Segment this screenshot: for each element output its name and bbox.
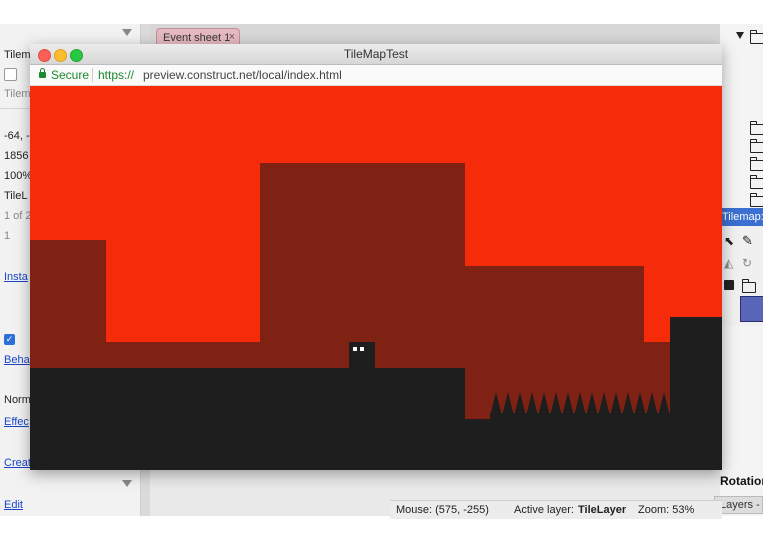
checkbox-checked[interactable]: ✓	[4, 334, 15, 345]
preview-window: TileMapTest Secure https:// preview.cons…	[30, 44, 722, 470]
chevron-down-icon[interactable]	[122, 29, 132, 36]
divider	[92, 68, 93, 82]
folder-icon[interactable]	[749, 139, 763, 153]
window-titlebar[interactable]: TileMapTest	[30, 44, 722, 65]
prop-row-tilemap: Tilem	[4, 49, 31, 61]
folder-icon[interactable]	[749, 175, 763, 189]
blend-mode-value[interactable]: Norm	[4, 394, 31, 406]
prop-row-tilemap-2: Tilem	[4, 88, 31, 100]
secure-label: Secure	[51, 68, 90, 82]
active-layer-label: Active layer:	[514, 504, 574, 516]
edit-link[interactable]: Edit	[4, 499, 23, 511]
prop-row-size[interactable]: 1856	[4, 150, 28, 162]
tileset-thumbnail[interactable]	[740, 296, 763, 322]
folder-icon[interactable]	[749, 121, 763, 135]
game-scene	[30, 86, 722, 470]
effects-link[interactable]: Effec	[4, 416, 29, 428]
address-bar[interactable]: Secure https:// preview.construct.net/lo…	[30, 65, 722, 86]
chevron-down-icon[interactable]	[122, 480, 132, 487]
prop-row-layer[interactable]: TileL	[4, 190, 27, 202]
player-sprite[interactable]	[349, 342, 375, 369]
pencil-tool-icon[interactable]: ✎	[742, 233, 753, 249]
mouse-position: Mouse: (575, -255)	[396, 504, 489, 516]
pointer-tool-icon[interactable]: ⬉	[724, 234, 734, 248]
folder-icon[interactable]	[741, 279, 756, 293]
url-scheme: https://	[98, 68, 135, 82]
instance-variables-link[interactable]: Insta	[4, 271, 28, 283]
window-title: TileMapTest	[343, 47, 409, 61]
save-icon[interactable]	[724, 280, 734, 290]
folder-icon[interactable]	[749, 30, 763, 44]
tilemap-panel-title: Tilemap:	[720, 208, 763, 226]
rotate-tool-icon[interactable]: ↻	[742, 256, 752, 270]
player-eye	[360, 347, 364, 351]
prop-row-count: 1 of 2	[4, 210, 32, 222]
active-layer-value: TileLayer	[578, 504, 627, 516]
close-icon[interactable]: ×	[229, 31, 235, 43]
rotation-label: Rotation	[720, 474, 763, 488]
folder-icon[interactable]	[749, 193, 763, 207]
status-bar: Mouse: (575, -255) Active layer: TileLay…	[390, 500, 722, 519]
create-link[interactable]: Creat	[4, 457, 31, 469]
folder-icon[interactable]	[749, 157, 763, 171]
game-viewport[interactable]	[30, 86, 722, 470]
expand-triangle-icon[interactable]	[736, 32, 744, 39]
player-eye	[353, 347, 357, 351]
prop-row-opacity[interactable]: 100%	[4, 170, 32, 182]
erase-tool-icon[interactable]: ◭	[724, 256, 733, 270]
zoom-level: Zoom: 53%	[638, 504, 695, 516]
url-text: preview.construct.net/local/index.html	[143, 68, 342, 82]
tab-label: Event sheet 1	[163, 32, 231, 44]
checkbox[interactable]	[4, 68, 17, 81]
behaviors-link[interactable]: Beha	[4, 354, 30, 366]
lock-icon	[39, 68, 46, 78]
prop-row-index: 1	[4, 230, 11, 242]
prop-row-position[interactable]: -64, -	[4, 130, 30, 142]
